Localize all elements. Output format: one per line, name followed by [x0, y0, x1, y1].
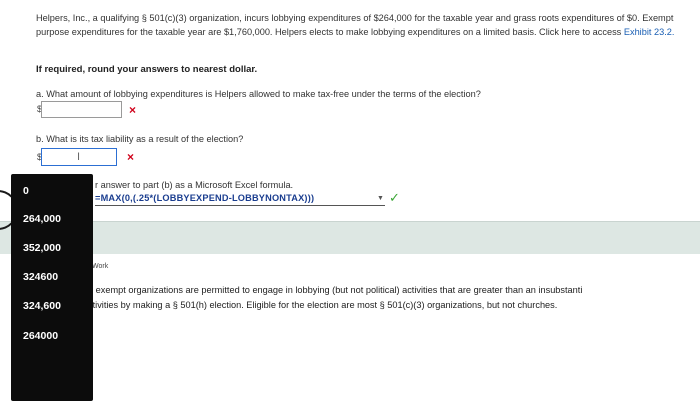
work-label: Work	[92, 263, 109, 270]
rounding-instruction: If required, round your answers to neare…	[36, 64, 258, 75]
explanation-text: h exempt organizations are permitted to …	[88, 283, 700, 313]
autocomplete-option[interactable]: 324,600	[11, 300, 93, 312]
explanation-line-2: ctivities by making a § 501(h) election.…	[88, 300, 558, 310]
divider	[0, 221, 700, 222]
text-cursor-icon: I	[77, 151, 81, 163]
chevron-down-icon[interactable]: ▼	[377, 195, 384, 202]
autocomplete-option[interactable]: 352,000	[11, 242, 93, 254]
problem-statement: Helpers, Inc., a qualifying § 501(c)(3) …	[36, 12, 676, 39]
incorrect-icon-a: ×	[129, 103, 137, 117]
question-b-label: b. What is its tax liability as a result…	[36, 134, 244, 144]
incorrect-icon-b: ×	[127, 150, 135, 164]
autocomplete-dropdown[interactable]: 0 264,000 352,000 324600 324,600 264000	[11, 174, 93, 401]
excel-formula-field[interactable]: =MAX(0,(.25*(LOBBYEXPEND-LOBBYNONTAX)))	[95, 193, 385, 206]
feedback-band	[0, 221, 700, 254]
autocomplete-option[interactable]: 264,000	[11, 213, 93, 225]
exhibit-link[interactable]: Exhibit 23.2.	[624, 27, 675, 37]
correct-check-icon: ✓	[389, 190, 400, 205]
explanation-line-1: h exempt organizations are permitted to …	[88, 285, 583, 295]
autocomplete-option[interactable]: 324600	[11, 271, 93, 283]
question-a-label: a. What amount of lobbying expenditures …	[36, 89, 481, 99]
autocomplete-option[interactable]: 264000	[11, 330, 93, 342]
autocomplete-option[interactable]: 0	[11, 185, 93, 197]
excel-formula-note: r answer to part (b) as a Microsoft Exce…	[95, 180, 294, 190]
problem-text: Helpers, Inc., a qualifying § 501(c)(3) …	[36, 13, 674, 37]
answer-a-input[interactable]	[41, 101, 122, 118]
